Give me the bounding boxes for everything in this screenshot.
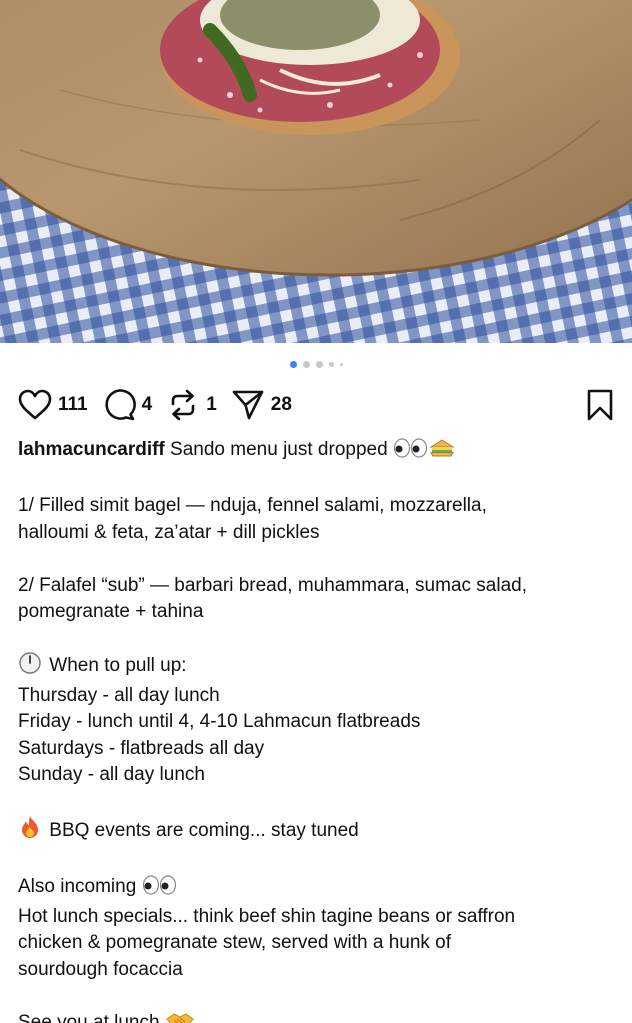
caption-hours-title-line: When to pull up:	[18, 652, 614, 683]
carousel-dot-active	[289, 360, 297, 368]
food-photo	[0, 0, 632, 343]
clock-emoji-icon	[18, 652, 44, 683]
caption-also-incoming: Also incoming	[18, 876, 137, 897]
handshake-emoji-icon	[165, 1011, 195, 1023]
caption-hours-title: When to pull up:	[49, 655, 187, 676]
carousel-dot	[302, 360, 310, 368]
paper-plane-icon	[232, 390, 264, 420]
share-count: 28	[270, 394, 292, 415]
share-button[interactable]: 28	[231, 388, 292, 422]
save-button[interactable]	[586, 388, 614, 422]
caption-bbq: BBQ events are coming... stay tuned	[49, 820, 359, 841]
post-photo[interactable]	[0, 0, 632, 343]
heart-icon	[18, 389, 52, 420]
post-caption: lahmacuncardiff Sando menu just dropped …	[18, 437, 614, 1023]
repost-button[interactable]: 1	[166, 388, 217, 422]
repost-count: 1	[206, 394, 217, 415]
post-actions-bar: 111 4 1 28	[18, 386, 614, 424]
like-button[interactable]: 111	[18, 389, 88, 421]
caption-hours-line: Friday - lunch until 4, 4-10 Lahmacun fl…	[18, 711, 421, 732]
comment-count: 4	[141, 394, 153, 415]
carousel-dot	[339, 362, 343, 366]
caption-item1-line2: halloumi & feta, za’atar + dill pickles	[18, 521, 320, 543]
caption-signoff: See you at lunch	[18, 1011, 160, 1023]
carousel-dot	[315, 360, 323, 368]
like-count: 111	[58, 394, 88, 415]
comment-button[interactable]: 4	[102, 388, 153, 422]
sandwich-emoji-icon	[429, 438, 455, 467]
eyes-emoji-icon	[393, 438, 429, 467]
carousel-indicator	[0, 359, 632, 369]
carousel-dot	[328, 361, 334, 367]
caption-hours-line: Sunday - all day lunch	[18, 764, 205, 785]
caption-item1-line1: 1/ Filled simit bagel — nduja, fennel sa…	[18, 495, 487, 516]
caption-headline-line: lahmacuncardiff Sando menu just dropped	[18, 437, 614, 467]
caption-item2-line2: pomegranate + tahina	[18, 601, 204, 622]
caption-bbq-line: BBQ events are coming... stay tuned	[18, 815, 614, 848]
author-username[interactable]: lahmacuncardiff	[18, 439, 165, 460]
bookmark-icon	[587, 389, 613, 421]
fire-emoji-icon	[18, 815, 44, 848]
caption-specials-line: Hot lunch specials... think beef shin ta…	[18, 905, 516, 927]
caption-specials-line: chicken & pomegranate stew, served with …	[18, 932, 452, 953]
caption-specials-line: sourdough focaccia	[18, 958, 183, 980]
repost-arrows-icon	[171, 389, 195, 421]
caption-headline: Sando menu just dropped	[170, 439, 388, 460]
caption-hours-line: Saturdays - flatbreads all day	[18, 737, 265, 759]
caption-signoff-line: See you at lunch	[18, 1010, 614, 1023]
caption-also-line: Also incoming	[18, 874, 614, 904]
comment-bubble-icon	[104, 389, 136, 421]
caption-item2-line1: 2/ Falafel “sub” — barbari bread, muhamm…	[18, 574, 527, 596]
eyes-emoji-icon	[142, 875, 178, 904]
caption-hours-line: Thursday - all day lunch	[18, 684, 220, 706]
